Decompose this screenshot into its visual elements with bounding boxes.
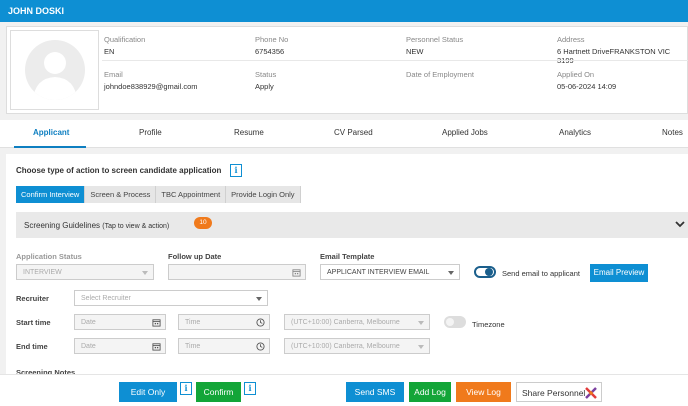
tab-applied-jobs[interactable]: Applied Jobs [442, 128, 488, 137]
avatar [10, 30, 99, 110]
end-time-input[interactable]: Time [178, 338, 270, 354]
action-screen-process[interactable]: Screen & Process [85, 186, 157, 203]
action-provide-login[interactable]: Provide Login Only [226, 186, 301, 203]
application-status-label: Application Status [16, 252, 82, 261]
calendar-icon [152, 319, 161, 327]
dropdown-arrow-icon [418, 345, 424, 349]
start-time-input[interactable]: Time [178, 314, 270, 330]
end-time-label: End time [16, 342, 48, 351]
phone-field: Phone No 6754356 [255, 35, 289, 56]
clock-icon [256, 342, 265, 351]
dropdown-arrow-icon [256, 297, 262, 301]
chevron-down-icon[interactable] [675, 219, 685, 229]
screening-guidelines-bar[interactable]: Screening Guidelines (Tap to view & acti… [16, 212, 688, 238]
calendar-icon [152, 343, 161, 351]
send-sms-button[interactable]: Send SMS [346, 382, 404, 402]
tab-analytics[interactable]: Analytics [559, 128, 591, 137]
send-email-toggle[interactable] [474, 266, 496, 278]
applicant-panel: Choose type of action to screen candidat… [6, 154, 688, 406]
info-icon[interactable]: i [244, 382, 256, 395]
bottom-action-bar: Edit Only i Confirm i Send SMS Add Log V… [0, 374, 688, 406]
guidelines-count-badge: 10 [194, 217, 212, 229]
info-icon[interactable]: i [180, 382, 192, 395]
qualification-field: Qualification EN [104, 35, 146, 56]
action-type-selector: Confirm Interview Screen & Process TBC A… [16, 186, 301, 203]
employment-date-field: Date of Employment [406, 70, 474, 79]
email-preview-button[interactable]: Email Preview [590, 264, 648, 282]
info-icon[interactable]: i [230, 164, 242, 177]
action-tbc-appointment[interactable]: TBC Appointment [156, 186, 227, 203]
active-tab-indicator [14, 146, 86, 148]
edit-only-button[interactable]: Edit Only [119, 382, 177, 402]
action-confirm-interview[interactable]: Confirm Interview [16, 186, 86, 203]
email-template-select[interactable]: APPLICANT INTERVIEW EMAIL [320, 264, 460, 280]
tab-profile[interactable]: Profile [139, 128, 162, 137]
dropdown-arrow-icon [418, 321, 424, 325]
avatar-placeholder-icon [25, 40, 85, 100]
share-personnel-button[interactable]: Share Personnel [516, 382, 602, 402]
start-timezone-select[interactable]: (UTC+10:00) Canberra, Melbourne [284, 314, 430, 330]
profile-card: Qualification EN Phone No 6754356 Person… [6, 26, 688, 114]
guidelines-label: Screening Guidelines [24, 221, 101, 230]
start-time-label: Start time [16, 318, 51, 327]
candidate-header: JOHN DOSKI [0, 0, 688, 22]
applied-on-field: Applied On 05-06-2024 14:09 [557, 70, 617, 91]
share-icon [585, 387, 597, 399]
view-log-button[interactable]: View Log [456, 382, 511, 402]
guidelines-hint: (Tap to view & action) [102, 223, 170, 230]
tab-resume[interactable]: Resume [234, 128, 264, 137]
tab-bar: Applicant Profile Resume CV Parsed Appli… [0, 120, 688, 148]
follow-up-label: Follow up Date [168, 252, 222, 261]
add-log-button[interactable]: Add Log [409, 382, 451, 402]
recruiter-select[interactable]: Select Recruiter [74, 290, 268, 306]
tab-cv-parsed[interactable]: CV Parsed [334, 128, 373, 137]
tab-notes[interactable]: Notes [662, 128, 683, 137]
confirm-button[interactable]: Confirm [196, 382, 241, 402]
calendar-icon [292, 269, 301, 277]
tab-applicant[interactable]: Applicant [33, 128, 69, 137]
timezone-toggle[interactable] [444, 316, 466, 328]
end-date-input[interactable]: Date [74, 338, 166, 354]
recruiter-label: Recruiter [16, 294, 49, 303]
dropdown-arrow-icon [142, 271, 148, 275]
follow-up-date-input[interactable] [168, 264, 306, 280]
profile-divider [102, 60, 688, 61]
application-status-select[interactable]: INTERVIEW [16, 264, 154, 280]
timezone-label: Timezone [472, 320, 505, 329]
status-field: Status Apply [255, 70, 277, 91]
personnel-status-field: Personnel Status NEW [406, 35, 464, 56]
screening-heading: Choose type of action to screen candidat… [16, 166, 222, 175]
email-template-label: Email Template [320, 252, 375, 261]
clock-icon [256, 318, 265, 327]
email-field: Email johndoe838929@gmail.com [104, 70, 198, 91]
end-timezone-select[interactable]: (UTC+10:00) Canberra, Melbourne [284, 338, 430, 354]
start-date-input[interactable]: Date [74, 314, 166, 330]
send-email-label: Send email to applicant [502, 269, 580, 278]
dropdown-arrow-icon [448, 271, 454, 275]
candidate-name: JOHN DOSKI [8, 6, 65, 16]
